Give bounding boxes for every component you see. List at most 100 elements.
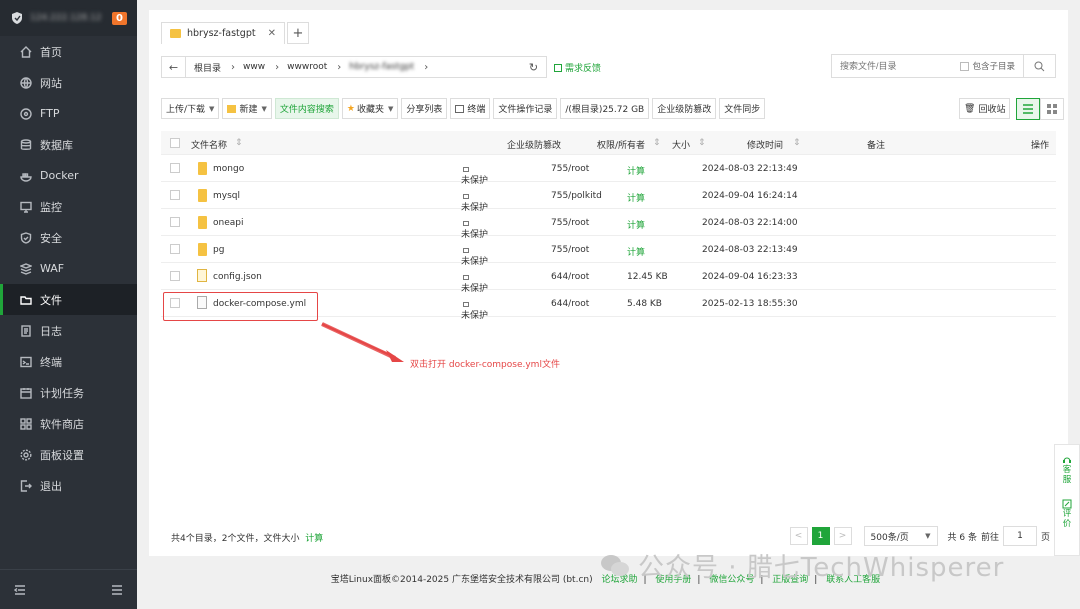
table-header: 文件名称 ⇕ 企业级防篡改 权限/所有者 ⇕ 大小 ⇕ 修改时间 ⇕ 备注 操作 — [161, 131, 1056, 155]
view-controls: 🗑 回收站 — [959, 98, 1065, 120]
sidebar-item-shield[interactable]: 安全 — [0, 222, 137, 253]
terminal-button[interactable]: 终端 — [450, 98, 491, 119]
permission-owner[interactable]: 644/root — [551, 299, 589, 309]
notification-badge[interactable]: 0 — [112, 11, 127, 25]
menu-icon[interactable] — [111, 584, 123, 596]
row-checkbox[interactable] — [170, 244, 180, 254]
tamper-status[interactable]: 未保护 — [461, 299, 488, 321]
breadcrumb-wwwroot[interactable]: wwwroot › — [287, 62, 341, 73]
table-row[interactable]: mongo 未保护 755/root 计算 2024-08-03 22:13:49 — [161, 155, 1056, 186]
sidebar-item-folder[interactable]: 文件 — [0, 284, 137, 315]
table-row[interactable]: config.json 未保护 644/root 12.45 KB 2024-09-04… — [161, 263, 1056, 294]
file-name[interactable]: oneapi — [213, 218, 243, 228]
review-button[interactable]: 评价 — [1062, 509, 1072, 529]
sidebar-item-schedule[interactable]: 计划任务 — [0, 377, 137, 408]
include-subdir-checkbox[interactable]: 包含子目录 — [960, 60, 1015, 72]
header-perm[interactable]: 权限/所有者 — [597, 138, 645, 151]
sidebar-item-terminal[interactable]: 终端 — [0, 346, 137, 377]
tab-hbrysz-fastgpt[interactable]: hbrysz-fastgpt ✕ — [161, 22, 285, 44]
page-1-button[interactable]: 1 — [811, 527, 830, 545]
tamper-proof-button[interactable]: 企业级防篡改 — [652, 98, 717, 119]
sidebar-item-ftp[interactable]: FTP — [0, 98, 137, 129]
row-checkbox[interactable] — [170, 190, 180, 200]
modified-time: 2024-09-04 16:24:14 — [702, 191, 798, 201]
file-sync-button[interactable]: 文件同步 — [719, 98, 766, 119]
permission-owner[interactable]: 755/polkitd — [551, 191, 602, 201]
breadcrumb-root[interactable]: 根目录 › — [194, 61, 235, 74]
calc-size-link[interactable]: 计算 — [305, 534, 323, 544]
refresh-button[interactable]: ↻ — [521, 56, 547, 78]
header-name[interactable]: 文件名称 — [191, 138, 227, 151]
select-all-checkbox[interactable] — [170, 138, 180, 148]
close-icon[interactable]: ✕ — [268, 28, 276, 39]
sidebar-item-waf[interactable]: WAF — [0, 253, 137, 284]
tamper-status[interactable]: 未保护 — [461, 164, 488, 186]
per-page-select[interactable]: 500条/页 ▼ — [863, 526, 938, 546]
prev-page-button[interactable]: < — [789, 527, 808, 545]
file-size[interactable]: 计算 — [627, 191, 645, 204]
permission-owner[interactable]: 755/root — [551, 164, 589, 174]
sidebar-item-database[interactable]: 数据库 — [0, 129, 137, 160]
share-list-button[interactable]: 分享列表 — [401, 98, 448, 119]
search-button[interactable] — [1023, 55, 1055, 77]
modified-time: 2024-09-04 16:23:33 — [702, 272, 798, 282]
sidebar-item-monitor[interactable]: 监控 — [0, 191, 137, 222]
file-size[interactable]: 计算 — [627, 218, 645, 231]
file-name[interactable]: mysql — [213, 191, 240, 201]
grid-view-button[interactable] — [1040, 98, 1065, 120]
sort-icon[interactable]: ⇕ — [235, 138, 243, 148]
row-checkbox[interactable] — [170, 271, 180, 281]
file-size[interactable]: 计算 — [627, 164, 645, 177]
list-view-button[interactable] — [1016, 98, 1041, 120]
table-row[interactable]: pg 未保护 755/root 计算 2024-08-03 22:13:49 — [161, 236, 1056, 267]
sidebar-item-label: 监控 — [40, 200, 62, 214]
file-name[interactable]: config.json — [213, 272, 262, 282]
permission-owner[interactable]: 644/root — [551, 272, 589, 282]
sort-icon[interactable]: ⇕ — [698, 138, 706, 148]
sort-icon[interactable]: ⇕ — [793, 138, 801, 148]
sidebar-item-docker[interactable]: Docker — [0, 160, 137, 191]
tamper-status[interactable]: 未保护 — [461, 191, 488, 213]
permission-owner[interactable]: 755/root — [551, 218, 589, 228]
sidebar-item-globe[interactable]: 网站 — [0, 67, 137, 98]
add-tab-button[interactable]: + — [286, 22, 309, 44]
favorites-button[interactable]: ★ 收藏夹 ▼ — [341, 98, 399, 119]
recycle-bin-button[interactable]: 🗑 回收站 — [959, 98, 1011, 119]
file-size[interactable]: 计算 — [627, 245, 645, 258]
operation-log-button[interactable]: 文件操作记录 — [493, 98, 558, 119]
page-input[interactable]: 1 — [1002, 526, 1037, 546]
sidebar-item-settings[interactable]: 面板设置 — [0, 439, 137, 470]
breadcrumb[interactable]: ← 根目录 › www › wwwroot › hbrysz-fastgpt › — [161, 56, 547, 78]
search-input[interactable] — [832, 55, 961, 77]
table-row[interactable]: mysql 未保护 755/polkitd 计算 2024-09-04 16:24:14 — [161, 182, 1056, 213]
tamper-status[interactable]: 未保护 — [461, 272, 488, 294]
back-arrow-icon[interactable]: ← — [162, 57, 186, 77]
content-search-button[interactable]: 文件内容搜索 — [274, 98, 339, 119]
sidebar-item-home[interactable]: 首页 — [0, 36, 137, 67]
sidebar-item-store[interactable]: 软件商店 — [0, 408, 137, 439]
need-feedback-link[interactable]: 需求反馈 — [554, 61, 601, 74]
upload-download-button[interactable]: 上传/下载 ▼ — [161, 98, 220, 119]
permission-owner[interactable]: 755/root — [551, 245, 589, 255]
new-button[interactable]: 新建 ▼ — [222, 98, 272, 119]
breadcrumb-www[interactable]: www › — [243, 62, 279, 73]
row-checkbox[interactable] — [170, 163, 180, 173]
file-name[interactable]: mongo — [213, 164, 244, 174]
sidebar-item-logout[interactable]: 退出 — [0, 470, 137, 501]
next-page-button[interactable]: > — [833, 527, 852, 545]
collapse-icon[interactable] — [14, 584, 26, 596]
tamper-status[interactable]: 未保护 — [461, 218, 488, 240]
tamper-status[interactable]: 未保护 — [461, 245, 488, 267]
file-name[interactable]: pg — [213, 245, 224, 255]
header-mtime[interactable]: 修改时间 — [747, 138, 783, 151]
customer-service-button[interactable]: 客服 — [1062, 465, 1072, 485]
row-checkbox[interactable] — [170, 217, 180, 227]
sort-icon[interactable]: ⇕ — [653, 138, 661, 148]
table-row[interactable]: oneapi 未保护 755/root 计算 2024-08-03 22:14:00 — [161, 209, 1056, 240]
header-size[interactable]: 大小 — [672, 138, 690, 151]
watermark: 公众号 · 腊七TechWhisperer — [600, 547, 1004, 584]
sidebar-item-label: 文件 — [40, 293, 62, 307]
breadcrumb-project[interactable]: hbrysz-fastgpt › — [349, 62, 428, 73]
sidebar-item-log[interactable]: 日志 — [0, 315, 137, 346]
disk-usage-button[interactable]: /(根目录)25.72 GB — [560, 98, 650, 119]
